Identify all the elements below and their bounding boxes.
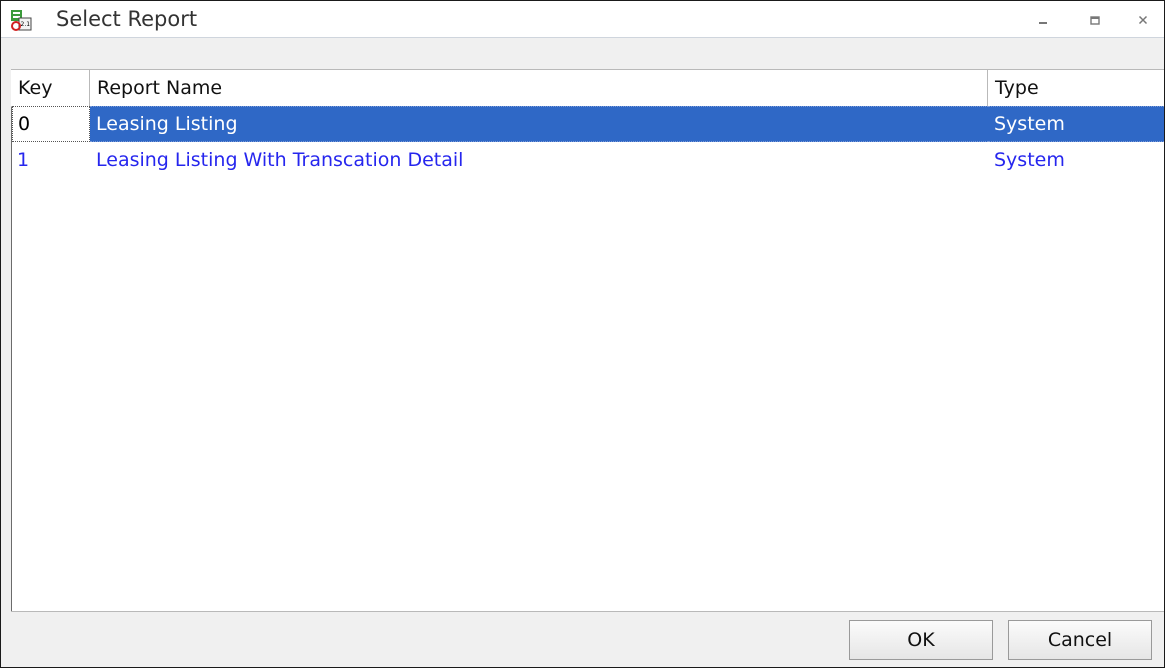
column-header-key[interactable]: Key — [11, 70, 90, 106]
ok-button[interactable]: OK — [849, 620, 993, 660]
table-row[interactable]: 1 Leasing Listing With Transcation Detai… — [12, 142, 1164, 178]
window-title: Select Report — [56, 7, 198, 31]
report-app-icon: 2.1 — [11, 10, 32, 31]
column-header-report-name[interactable]: Report Name — [90, 70, 988, 106]
maximize-button[interactable] — [1083, 9, 1107, 31]
cell-key[interactable]: 0 — [12, 106, 90, 142]
cell-report-name[interactable]: Leasing Listing With Transcation Detail — [90, 142, 988, 178]
grid-rows: 0 Leasing Listing System 1 Leasing Listi… — [12, 106, 1164, 178]
dialog-footer: OK Cancel — [11, 611, 1164, 667]
cell-type[interactable]: System — [988, 106, 1164, 142]
cell-key[interactable]: 1 — [12, 142, 90, 178]
table-row[interactable]: 0 Leasing Listing System — [12, 106, 1164, 142]
column-header-type[interactable]: Type — [988, 70, 1164, 106]
close-icon — [1138, 15, 1148, 25]
title-bar[interactable]: 2.1 Select Report — [1, 1, 1164, 38]
svg-text:2.1: 2.1 — [21, 21, 31, 28]
close-button[interactable] — [1131, 9, 1155, 31]
grid-header: Key Report Name Type — [11, 69, 1164, 107]
minimize-icon — [1039, 22, 1047, 24]
cell-report-name[interactable]: Leasing Listing — [90, 106, 988, 142]
cell-type[interactable]: System — [988, 142, 1164, 178]
minimize-button[interactable] — [1031, 9, 1055, 31]
cancel-button[interactable]: Cancel — [1008, 620, 1152, 660]
select-report-dialog: 2.1 Select Report Key Report Name Type 0… — [0, 0, 1165, 668]
maximize-icon — [1090, 16, 1100, 25]
